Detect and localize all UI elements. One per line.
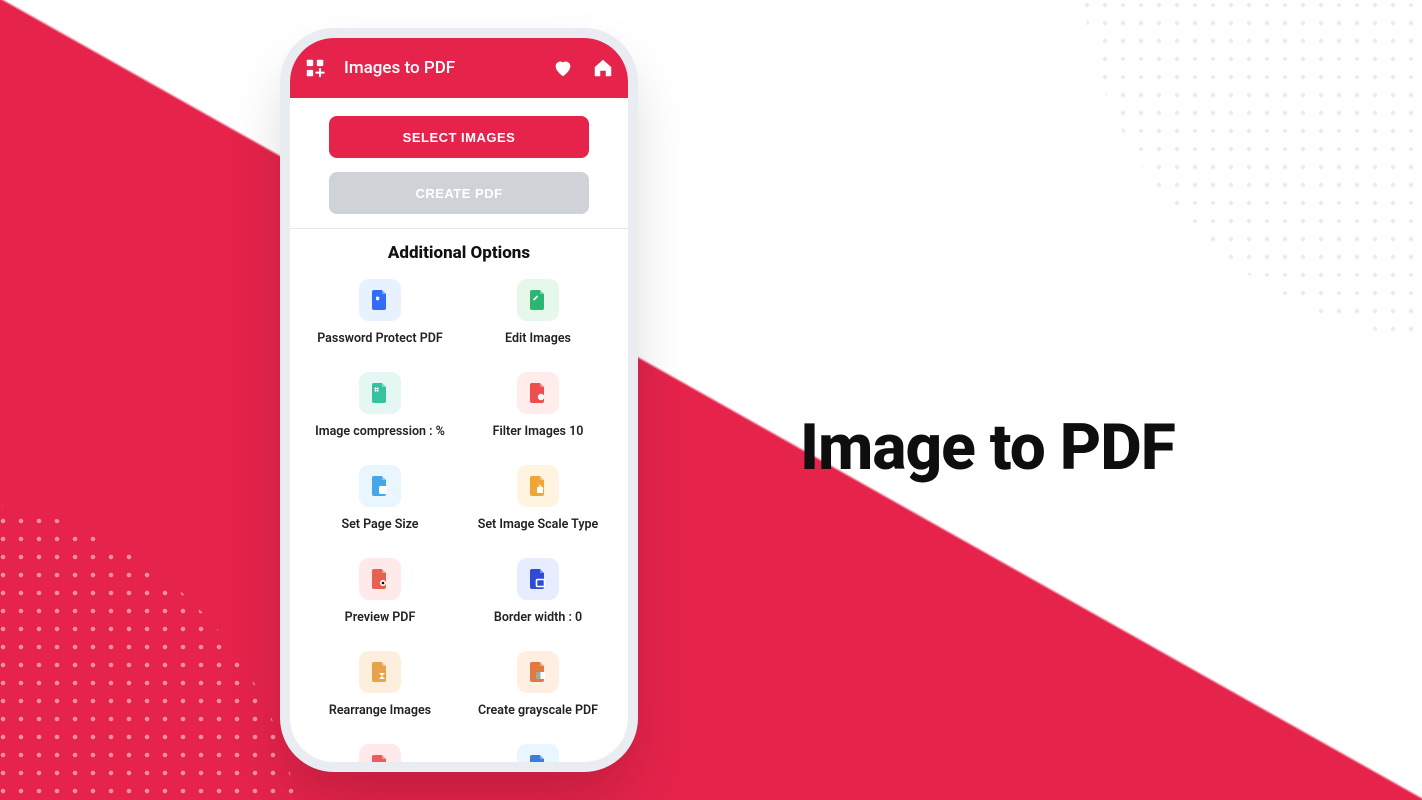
option-preview[interactable]: Preview PDF bbox=[304, 558, 456, 625]
app-topbar: Images to PDF bbox=[290, 38, 628, 98]
options-grid: Password Protect PDF Edit Images Image com… bbox=[300, 279, 618, 762]
compress-icon bbox=[359, 372, 401, 414]
option-label: Create grayscale PDF bbox=[478, 703, 598, 718]
option-filter[interactable]: Filter Images 10 bbox=[462, 372, 614, 439]
topbar-title: Images to PDF bbox=[344, 58, 534, 78]
border-icon bbox=[517, 558, 559, 600]
option-shield[interactable]: Password Protect PDF bbox=[304, 279, 456, 346]
option-scale[interactable]: Set Image Scale Type bbox=[462, 465, 614, 532]
option-compress[interactable]: Image compression : % bbox=[304, 372, 456, 439]
option-edit[interactable]: Edit Images bbox=[462, 279, 614, 346]
option-label: Rearrange Images bbox=[329, 703, 431, 718]
apps-grid-icon[interactable] bbox=[304, 57, 326, 79]
heart-icon[interactable] bbox=[552, 57, 574, 79]
option-border[interactable]: Border width : 0 bbox=[462, 558, 614, 625]
option-doc[interactable] bbox=[304, 744, 456, 762]
phone-mockup: Images to PDF SELECT IMAGES CREATE PDF A… bbox=[290, 38, 628, 762]
home-icon[interactable] bbox=[592, 57, 614, 79]
divider bbox=[290, 228, 628, 229]
option-label: Set Image Scale Type bbox=[478, 517, 599, 532]
background-triangle bbox=[0, 0, 1422, 800]
page-headline: Image to PDF bbox=[800, 410, 1175, 485]
doc-icon bbox=[359, 744, 401, 762]
edit-icon bbox=[517, 279, 559, 321]
option-grayscale[interactable]: Create grayscale PDF bbox=[462, 651, 614, 718]
option-label: Image compression : % bbox=[315, 424, 445, 439]
option-label: Edit Images bbox=[505, 331, 571, 346]
option-label: Filter Images 10 bbox=[493, 424, 584, 439]
shield-icon bbox=[359, 279, 401, 321]
option-doc[interactable] bbox=[462, 744, 614, 762]
additional-options-title: Additional Options bbox=[300, 243, 618, 263]
app-content: SELECT IMAGES CREATE PDF Additional Opti… bbox=[290, 98, 628, 762]
option-label: Preview PDF bbox=[345, 610, 416, 625]
option-label: Border width : 0 bbox=[494, 610, 582, 625]
select-images-button[interactable]: SELECT IMAGES bbox=[329, 116, 589, 158]
preview-icon bbox=[359, 558, 401, 600]
option-page[interactable]: Set Page Size bbox=[304, 465, 456, 532]
grayscale-icon bbox=[517, 651, 559, 693]
filter-icon bbox=[517, 372, 559, 414]
page-icon bbox=[359, 465, 401, 507]
scale-icon bbox=[517, 465, 559, 507]
option-label: Password Protect PDF bbox=[317, 331, 443, 346]
option-rearrange[interactable]: Rearrange Images bbox=[304, 651, 456, 718]
rearrange-icon bbox=[359, 651, 401, 693]
doc-icon bbox=[517, 744, 559, 762]
create-pdf-button: CREATE PDF bbox=[329, 172, 589, 214]
option-label: Set Page Size bbox=[341, 517, 418, 532]
